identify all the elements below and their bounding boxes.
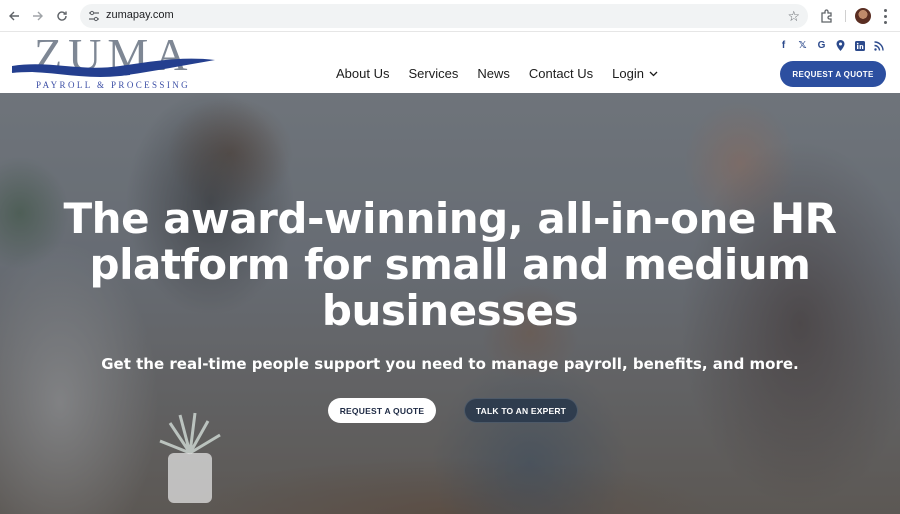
nav-services[interactable]: Services <box>408 66 458 81</box>
facebook-icon[interactable]: f <box>778 40 789 51</box>
x-icon[interactable]: 𝕏 <box>797 40 808 51</box>
more-menu-icon[interactable] <box>880 7 890 25</box>
logo-tagline: PAYROLL & PROCESSING <box>36 80 191 90</box>
request-quote-button[interactable]: REQUEST A QUOTE <box>780 61 886 87</box>
extensions-icon[interactable] <box>818 7 836 25</box>
talk-to-expert-button[interactable]: TALK TO AN EXPERT <box>464 398 578 423</box>
site-settings-icon[interactable] <box>88 9 100 23</box>
nav-login-label: Login <box>612 66 644 81</box>
location-icon[interactable] <box>835 40 846 51</box>
chevron-down-icon <box>649 71 658 76</box>
nav-contact-us[interactable]: Contact Us <box>529 66 593 81</box>
plant-image <box>159 412 221 503</box>
hero-title: The award-winning, all-in-one HR platfor… <box>63 194 837 335</box>
address-bar[interactable]: zumapay.com ☆ <box>80 4 808 28</box>
browser-toolbar: zumapay.com ☆ <box>0 0 900 32</box>
rss-icon[interactable] <box>873 40 884 51</box>
linkedin-icon[interactable] <box>854 40 865 51</box>
bookmark-star-icon[interactable]: ☆ <box>787 8 800 25</box>
profile-avatar[interactable] <box>855 8 871 24</box>
hero-subtitle: Get the real-time people support you nee… <box>101 355 799 373</box>
back-arrow-icon[interactable] <box>4 6 24 26</box>
nav-news[interactable]: News <box>477 66 510 81</box>
url-text[interactable]: zumapay.com <box>106 9 174 21</box>
toolbar-separator <box>845 10 846 22</box>
main-navigation: About Us Services News Contact Us Login <box>336 66 677 81</box>
google-icon[interactable]: G <box>816 40 827 51</box>
social-links: f 𝕏 G <box>778 40 884 51</box>
hero-request-quote-button[interactable]: REQUEST A QUOTE <box>328 398 436 423</box>
reload-icon[interactable] <box>52 6 72 26</box>
hero-section: The award-winning, all-in-one HR platfor… <box>0 93 900 514</box>
zuma-logo[interactable]: ZUMA PAYROLL & PROCESSING <box>10 29 220 93</box>
nav-about-us[interactable]: About Us <box>336 66 389 81</box>
nav-login[interactable]: Login <box>612 66 658 81</box>
site-header: ZUMA PAYROLL & PROCESSING f 𝕏 G About Us… <box>0 29 900 93</box>
forward-arrow-icon[interactable] <box>28 6 48 26</box>
